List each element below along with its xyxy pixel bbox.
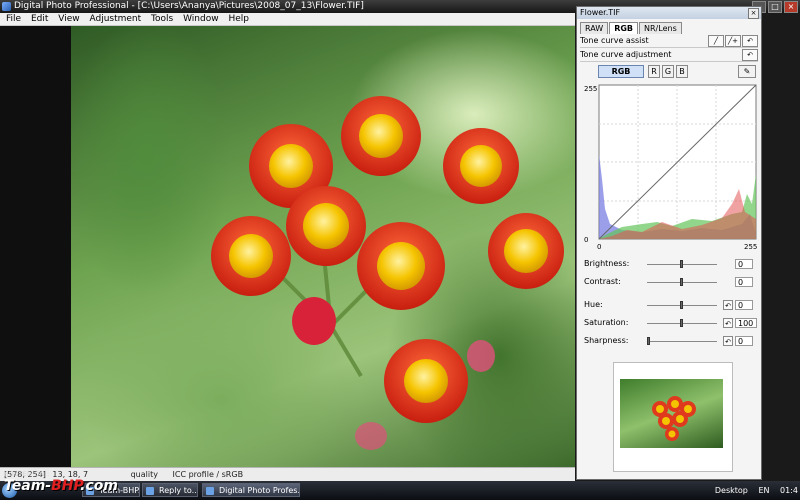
channel-g-button[interactable]: G <box>662 65 674 78</box>
watermark-brand: Team-BHP.com <box>4 478 118 494</box>
saturation-value[interactable]: 100 <box>735 318 757 328</box>
maximize-icon[interactable]: □ <box>768 1 782 13</box>
tray-clock[interactable]: 01:4 <box>780 486 798 495</box>
brightness-value[interactable]: 0 <box>735 259 753 269</box>
channel-b-button[interactable]: B <box>676 65 688 78</box>
hue-knob[interactable] <box>680 301 683 309</box>
channel-rgb-button[interactable]: RGB <box>598 65 644 78</box>
tone-curve-assist-row: Tone curve assist ╱ ╱+ ↶ <box>580 34 758 48</box>
palette-tabs: RAW RGB NR/Lens <box>577 22 761 34</box>
contrast-label: Contrast: <box>584 277 621 286</box>
menu-bar: File Edit View Adjustment Tools Window H… <box>0 13 575 26</box>
sharpness-reset-icon[interactable]: ↶ <box>723 336 733 346</box>
tab-nr-lens[interactable]: NR/Lens <box>639 22 682 34</box>
taskbar-item-label: Digital Photo Profes... <box>219 486 300 495</box>
tab-rgb[interactable]: RGB <box>609 22 639 34</box>
navigator-thumbnail[interactable] <box>620 379 723 448</box>
watermark-hosted: HOSTED ON : <box>4 471 50 478</box>
tool-palette: Flower.TIF × RAW RGB NR/Lens Tone curve … <box>576 6 762 480</box>
flower-photo[interactable] <box>71 26 575 467</box>
close-icon[interactable]: × <box>784 1 798 13</box>
sharpness-knob[interactable] <box>647 337 650 345</box>
saturation-reset-icon[interactable]: ↶ <box>723 318 733 328</box>
tone-curve-adjustment-row: Tone curve adjustment ↶ <box>580 48 758 62</box>
curve-assist-plus-icon[interactable]: ╱+ <box>725 35 741 47</box>
palette-close-icon[interactable]: × <box>748 8 759 19</box>
hue-label: Hue: <box>584 300 603 309</box>
palette-title: Flower.TIF <box>580 8 621 17</box>
tone-curve-adjustment-label: Tone curve adjustment <box>580 50 672 59</box>
channel-selector: RGB R G B ✎ <box>580 64 758 78</box>
menu-tools[interactable]: Tools <box>151 13 173 25</box>
tab-raw[interactable]: RAW <box>580 22 609 34</box>
axis-x-right: 255 <box>744 243 757 249</box>
menu-file[interactable]: File <box>6 13 21 25</box>
hue-reset-icon[interactable]: ↶ <box>723 300 733 310</box>
menu-help[interactable]: Help <box>228 13 249 25</box>
saturation-knob[interactable] <box>680 319 683 327</box>
saturation-label: Saturation: <box>584 318 629 327</box>
menu-edit[interactable]: Edit <box>31 13 48 25</box>
menu-window[interactable]: Window <box>183 13 219 25</box>
flower-illustration <box>211 96 564 450</box>
palette-titlebar[interactable]: Flower.TIF × <box>577 7 761 19</box>
sharpness-track[interactable] <box>647 341 717 342</box>
sharpness-value[interactable]: 0 <box>735 336 753 346</box>
sharpness-label: Sharpness: <box>584 336 629 345</box>
tray-desktop[interactable]: Desktop <box>715 486 748 495</box>
tone-curve-assist-label: Tone curve assist <box>580 36 649 45</box>
axis-y-top: 255 <box>584 85 597 93</box>
contrast-value[interactable]: 0 <box>735 277 753 287</box>
taskbar-item-dpp[interactable]: Digital Photo Profes... <box>202 483 300 497</box>
dpp-app-icon <box>206 487 214 495</box>
brightness-label: Brightness: <box>584 259 630 268</box>
brightness-knob[interactable] <box>680 260 683 268</box>
tray-lang[interactable]: EN <box>758 486 769 495</box>
reset-icon[interactable]: ↶ <box>742 35 758 47</box>
hue-value[interactable]: 0 <box>735 300 753 310</box>
reset-icon[interactable]: ↶ <box>742 49 758 61</box>
curve-assist-icon[interactable]: ╱ <box>708 35 724 47</box>
channel-r-button[interactable]: R <box>648 65 660 78</box>
system-tray: Desktop EN 01:4 <box>707 484 798 498</box>
contrast-knob[interactable] <box>680 278 683 286</box>
app-icon <box>2 2 11 11</box>
window-title: Digital Photo Professional - [C:\Users\A… <box>14 1 364 11</box>
tone-curve-graph[interactable]: 255 0 0 255 <box>582 84 759 251</box>
menu-view[interactable]: View <box>58 13 79 25</box>
watermark: HOSTED ON : Team-BHP.com <box>4 471 204 500</box>
axis-x-left: 0 <box>597 243 601 249</box>
navigator-preview[interactable] <box>613 362 733 472</box>
eyedropper-icon[interactable]: ✎ <box>738 65 756 78</box>
menu-adjustment[interactable]: Adjustment <box>89 13 141 25</box>
axis-y-bottom: 0 <box>584 236 588 244</box>
